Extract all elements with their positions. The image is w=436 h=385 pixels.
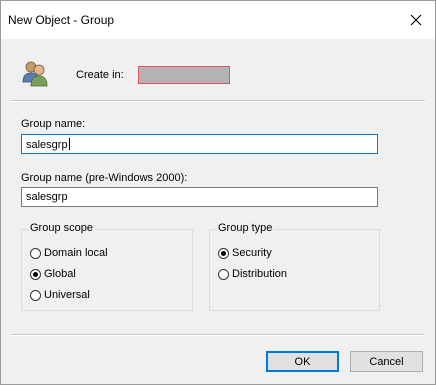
radio-global[interactable] [30,268,41,280]
scope-option-label: Global [44,268,76,280]
create-in-value [138,66,230,84]
separator-bottom [11,334,425,336]
radio-distribution[interactable] [218,268,229,280]
dialog-window: New Object - Group Create in: Group name… [0,0,436,385]
group-scope-legend: Group scope [28,222,95,234]
cancel-button[interactable]: Cancel [350,351,423,372]
pre2000-name-value: salesgrp [26,191,68,203]
type-option-label: Security [232,247,272,259]
close-button[interactable] [403,7,429,33]
close-icon [410,14,422,26]
scope-option-label: Domain local [44,247,108,259]
group-scope-box: Group scope Domain local Global Universa… [21,222,193,311]
scope-domain-local-option[interactable]: Domain local [30,247,108,259]
radio-domain-local[interactable] [30,247,41,259]
text-caret [68,138,70,150]
pre2000-name-label: Group name (pre-Windows 2000): [21,172,188,184]
radio-universal[interactable] [30,289,41,301]
group-type-legend: Group type [216,222,275,234]
pre2000-name-input[interactable]: salesgrp [21,187,378,207]
group-name-value: salesgrp [26,139,68,151]
title-bar: New Object - Group [1,1,435,39]
group-type-box: Group type Security Distribution [209,222,380,311]
group-name-label: Group name: [21,118,86,130]
type-option-label: Distribution [232,268,288,280]
scope-option-label: Universal [44,289,90,301]
type-security-option[interactable]: Security [218,247,272,259]
create-in-label: Create in: [76,69,124,81]
group-icon [22,61,48,87]
type-distribution-option[interactable]: Distribution [218,268,287,280]
scope-universal-option[interactable]: Universal [30,289,90,301]
group-name-input[interactable]: salesgrp [21,134,378,154]
window-title: New Object - Group [8,13,115,27]
scope-global-option[interactable]: Global [30,268,76,280]
create-in-row: Create in: [1,39,435,101]
radio-security[interactable] [218,247,229,259]
ok-button[interactable]: OK [266,351,339,372]
separator-top [11,100,425,102]
